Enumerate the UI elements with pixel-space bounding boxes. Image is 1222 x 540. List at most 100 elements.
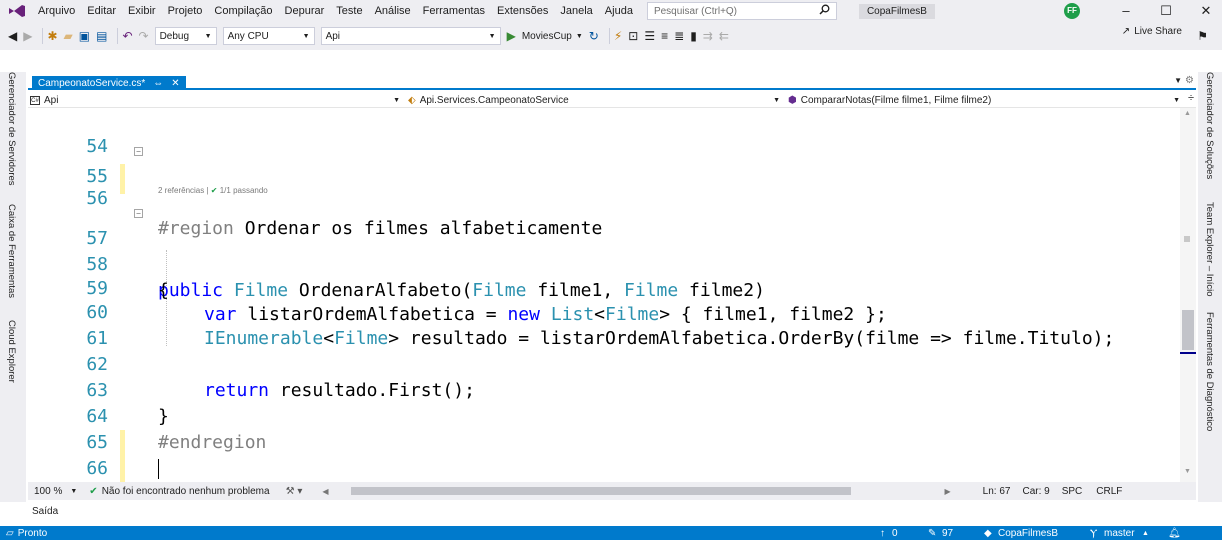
repository-name[interactable]: CopaFilmesB <box>998 528 1058 539</box>
code-line: 54 <box>28 108 1180 157</box>
minimize-icon[interactable]: – <box>1106 0 1146 22</box>
status-bar: ▱ Pronto ↑ 0 ✎ 97 ◆ CopaFilmesB Ⲩ master… <box>0 526 1222 540</box>
menu-extensoes[interactable]: Extensões <box>491 0 554 22</box>
menu-arquivo[interactable]: Arquivo <box>32 0 81 22</box>
code-editor[interactable]: 54 55 − #region Ordenar os filmes alfabe… <box>28 108 1180 482</box>
configuration-dropdown[interactable]: Debug ▼ <box>154 27 217 45</box>
menu-compilacao[interactable]: Compilação <box>208 0 278 22</box>
scroll-up-icon[interactable]: ▲ <box>1184 110 1191 117</box>
pin-icon[interactable]: ⇔ <box>153 78 163 89</box>
chevron-down-icon[interactable]: ▼ <box>70 488 77 495</box>
bookmark-next-icon[interactable]: ⇉ <box>703 27 713 45</box>
run-target-label[interactable]: MoviesCup <box>522 31 572 42</box>
feedback-icon[interactable]: ⚑ <box>1197 27 1208 45</box>
forward-icon[interactable]: ▶ <box>23 27 32 45</box>
platform-dropdown[interactable]: Any CPU ▼ <box>222 27 315 45</box>
code-line: 56 <box>28 160 1180 209</box>
zoom-level[interactable]: 100 % <box>34 486 62 497</box>
undo-icon[interactable]: ↶ <box>122 27 132 45</box>
codelens-references[interactable]: 2 referências <box>158 186 204 195</box>
menu-depurar[interactable]: Depurar <box>279 0 331 22</box>
ready-icon: ▱ <box>6 527 14 539</box>
collapse-icon[interactable]: − <box>134 147 143 156</box>
screenshot-icon[interactable]: ⊡ <box>628 27 638 45</box>
code-line: 64 #endregion <box>28 378 1180 453</box>
issues-status[interactable]: Não foi encontrado nenhum problema <box>102 486 270 497</box>
tools-icon[interactable]: ⚒ ▾ <box>286 486 303 497</box>
open-file-icon[interactable]: ▰ <box>64 27 73 45</box>
bookmark-icon[interactable]: ▮ <box>690 27 697 45</box>
menu-janela[interactable]: Janela <box>554 0 598 22</box>
bookmark-prev-icon[interactable]: ⇇ <box>719 27 729 45</box>
output-tab[interactable]: Saída <box>28 502 58 520</box>
document-tab[interactable]: CampeonatoService.cs* ⇔ ✕ <box>32 76 186 90</box>
whitespace-indicator[interactable]: SPC <box>1062 486 1083 497</box>
menu-editar[interactable]: Editar <box>81 0 122 22</box>
arrow-up-icon[interactable]: ↑ <box>880 528 885 539</box>
menu-analise[interactable]: Análise <box>369 0 417 22</box>
save-all-icon[interactable]: ▤ <box>96 27 107 45</box>
close-window-icon[interactable]: ✕ <box>1186 0 1222 22</box>
startup-project-dropdown[interactable]: Api ▼ <box>320 27 501 45</box>
member-dropdown[interactable]: ⬢ CompararNotas(Filme filme1, Filme film… <box>788 92 1180 108</box>
scroll-left-icon[interactable]: ◀ <box>322 487 328 496</box>
toolbox-tab[interactable]: Caixa de Ferramentas <box>6 204 17 298</box>
comment-icon[interactable]: ≣ <box>674 27 684 45</box>
menu-ferramentas[interactable]: Ferramentas <box>417 0 491 22</box>
unpushed-count[interactable]: 0 <box>892 528 898 539</box>
notifications-icon[interactable]: 🔔︎ <box>1168 528 1181 539</box>
visual-studio-logo-icon[interactable] <box>8 4 26 18</box>
scroll-down-icon[interactable]: ▼ <box>1184 468 1191 475</box>
refresh-icon[interactable]: ↻ <box>589 27 599 45</box>
collapse-icon[interactable]: − <box>134 209 143 218</box>
chevron-down-icon: ▼ <box>393 96 400 104</box>
codelens-tests[interactable]: 1/1 passando <box>220 186 268 195</box>
indent-icon[interactable]: ≡ <box>661 27 668 45</box>
new-project-icon[interactable]: ✱ <box>47 27 57 45</box>
search-input[interactable]: Pesquisar (Ctrl+Q) <box>646 2 837 20</box>
back-icon[interactable]: ◀ <box>8 27 17 45</box>
maximize-icon[interactable]: ☐ <box>1146 0 1186 22</box>
codelens[interactable]: 2 referências | ✔ 1/1 passando <box>158 186 268 195</box>
type-dropdown[interactable]: ⬖ Api.Services.CampeonatoService ▼ <box>408 92 780 108</box>
line-ending-indicator[interactable]: CRLF <box>1096 486 1122 497</box>
close-tab-icon[interactable]: ✕ <box>171 78 179 89</box>
pencil-icon[interactable]: ✎ <box>928 528 936 539</box>
live-share-button[interactable]: ↗ Live Share <box>1122 26 1182 37</box>
solution-explorer-tab[interactable]: Gerenciador de Soluções <box>1204 72 1215 179</box>
branch-icon[interactable]: Ⲩ <box>1090 528 1097 539</box>
csharp-project-icon: C# <box>30 95 40 105</box>
team-explorer-tab[interactable]: Team Explorer – Início <box>1204 202 1215 297</box>
project-dropdown[interactable]: C# Api ▼ <box>30 92 400 108</box>
split-icon[interactable]: ÷ <box>1188 92 1194 104</box>
menu-exibir[interactable]: Exibir <box>122 0 162 22</box>
type-value: Api.Services.CampeonatoService <box>419 94 569 106</box>
output-tab-label: Saída <box>32 505 59 517</box>
vertical-scrollbar[interactable]: ▲ ▼ <box>1180 108 1196 482</box>
chevron-down-icon: ▼ <box>773 96 780 104</box>
branch-name[interactable]: master <box>1104 528 1135 539</box>
chevron-down-icon[interactable]: ▼ <box>576 27 583 45</box>
changes-count[interactable]: 97 <box>942 528 953 539</box>
menu-teste[interactable]: Teste <box>330 0 368 22</box>
menu-ajuda[interactable]: Ajuda <box>599 0 639 22</box>
menu-projeto[interactable]: Projeto <box>162 0 209 22</box>
user-avatar[interactable]: FF <box>1064 3 1080 19</box>
repository-icon[interactable]: ◆ <box>984 528 992 539</box>
cloud-explorer-tab[interactable]: Cloud Explorer <box>6 320 17 383</box>
chevron-up-icon[interactable]: ▲ <box>1142 530 1149 537</box>
scroll-marker <box>1184 236 1190 242</box>
save-icon[interactable]: ▣ <box>79 27 90 45</box>
tab-overflow-icon[interactable]: ▼ <box>1174 76 1182 85</box>
platform-value: Any CPU <box>227 30 269 42</box>
redo-icon[interactable]: ↷ <box>139 27 149 45</box>
settings-icon[interactable]: ⚙ <box>1185 75 1194 86</box>
scroll-right-icon[interactable]: ▶ <box>945 487 951 496</box>
server-explorer-tab[interactable]: Gerenciador de Servidores <box>6 72 17 186</box>
scroll-thumb[interactable] <box>1182 310 1194 350</box>
align-icon[interactable]: ☰ <box>644 27 655 45</box>
horizontal-scrollbar[interactable] <box>350 487 851 495</box>
diagnostic-tools-tab[interactable]: Ferramentas de Diagnóstico <box>1204 312 1215 431</box>
run-icon[interactable]: ▶ <box>507 27 516 45</box>
browser-link-icon[interactable]: ⚡ <box>614 27 622 45</box>
